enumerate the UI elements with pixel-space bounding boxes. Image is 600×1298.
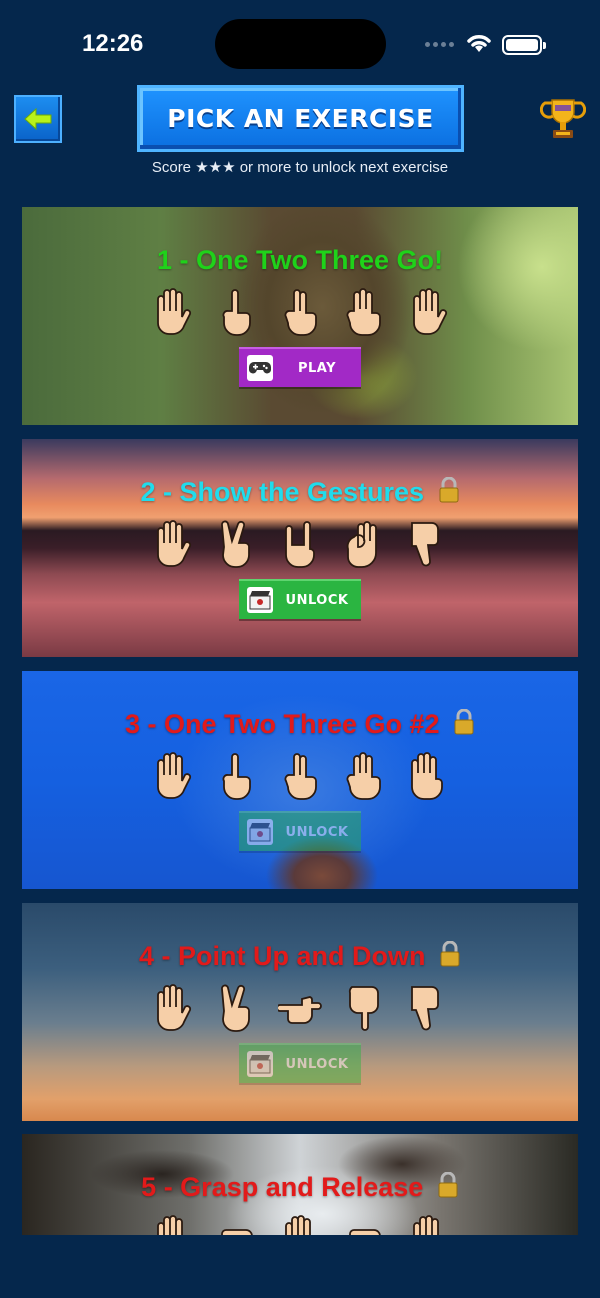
play-button-label: PLAY xyxy=(297,360,337,376)
play-button[interactable]: PLAY xyxy=(239,347,361,387)
exercise-card-3[interactable]: 3 - One Two Three Go #2 UNLOCK xyxy=(22,671,578,889)
point-right-icon xyxy=(278,996,322,1024)
three-fingers-icon xyxy=(346,288,381,336)
thumbs-down-icon xyxy=(411,522,439,567)
exercise-title: 5 - Grasp and Release xyxy=(22,1172,578,1203)
lock-icon xyxy=(440,941,460,967)
back-button[interactable] xyxy=(14,95,62,143)
fist-icon xyxy=(221,1229,253,1235)
victory-hand-icon xyxy=(221,984,250,1032)
ok-hand-icon xyxy=(346,521,377,568)
gesture-row xyxy=(22,1214,578,1235)
video-clapper-icon xyxy=(247,819,273,845)
page-title: Pick an Exercise xyxy=(167,104,434,133)
exercise-title: 4 - Point Up and Down xyxy=(22,941,578,972)
exercise-title: 2 - Show the Gestures xyxy=(22,477,578,508)
open-hand-icon xyxy=(413,288,448,335)
four-fingers-icon xyxy=(411,752,443,800)
arrow-left-icon xyxy=(24,107,52,131)
unlock-button-label: UNLOCK xyxy=(285,592,349,608)
open-hand-icon xyxy=(157,288,192,335)
point-down-icon xyxy=(348,986,379,1031)
lock-icon xyxy=(454,709,474,735)
open-hand-icon xyxy=(157,1215,183,1235)
video-clapper-icon xyxy=(247,1051,273,1077)
exercise-card-1[interactable]: 1 - One Two Three Go! PLAY xyxy=(22,207,578,425)
exercise-card-4[interactable]: 4 - Point Up and Down UNLOCK xyxy=(22,903,578,1121)
gesture-row xyxy=(22,287,578,337)
gesture-row xyxy=(22,983,578,1033)
two-fingers-icon xyxy=(284,289,317,336)
open-hand-icon xyxy=(157,984,192,1031)
one-finger-icon xyxy=(222,289,251,336)
unlock-button[interactable]: UNLOCK xyxy=(239,811,361,851)
open-hand-icon xyxy=(285,1215,311,1235)
unlock-button-label: UNLOCK xyxy=(285,1056,349,1072)
victory-hand-icon xyxy=(221,520,250,568)
open-hand-icon xyxy=(157,752,192,799)
one-finger-icon xyxy=(222,753,251,800)
thumbs-down-icon xyxy=(411,986,439,1031)
status-time: 12:26 xyxy=(82,30,144,57)
gamepad-icon xyxy=(247,355,273,381)
exercise-card-2[interactable]: 2 - Show the Gestures UNLOCK xyxy=(22,439,578,657)
gesture-row xyxy=(22,519,578,569)
exercise-card-5[interactable]: 5 - Grasp and Release xyxy=(22,1134,578,1235)
gesture-row xyxy=(22,751,578,801)
trophy-icon[interactable] xyxy=(540,96,586,142)
unlock-hint: Score ★★★ or more to unlock next exercis… xyxy=(151,159,449,176)
page-title-banner: Pick an Exercise xyxy=(137,85,464,152)
dynamic-island xyxy=(215,19,386,69)
status-bar: 12:26 xyxy=(0,0,600,80)
open-hand-icon xyxy=(157,520,192,567)
exercise-title: 1 - One Two Three Go! xyxy=(156,245,444,275)
two-fingers-icon xyxy=(284,753,317,800)
lock-icon xyxy=(439,477,459,503)
open-hand-icon xyxy=(413,1215,439,1235)
fist-icon xyxy=(349,1229,381,1235)
video-clapper-icon xyxy=(247,587,273,613)
unlock-button[interactable]: UNLOCK xyxy=(239,1043,361,1083)
three-fingers-icon xyxy=(346,752,381,800)
unlock-button-label: UNLOCK xyxy=(285,824,349,840)
lock-icon xyxy=(438,1172,458,1198)
wifi-icon xyxy=(467,35,491,52)
battery-icon xyxy=(502,35,546,55)
unlock-button[interactable]: UNLOCK xyxy=(239,579,361,619)
rock-hand-icon xyxy=(285,521,315,568)
exercise-title: 3 - One Two Three Go #2 xyxy=(22,709,578,740)
cellular-signal-icon xyxy=(425,42,454,47)
